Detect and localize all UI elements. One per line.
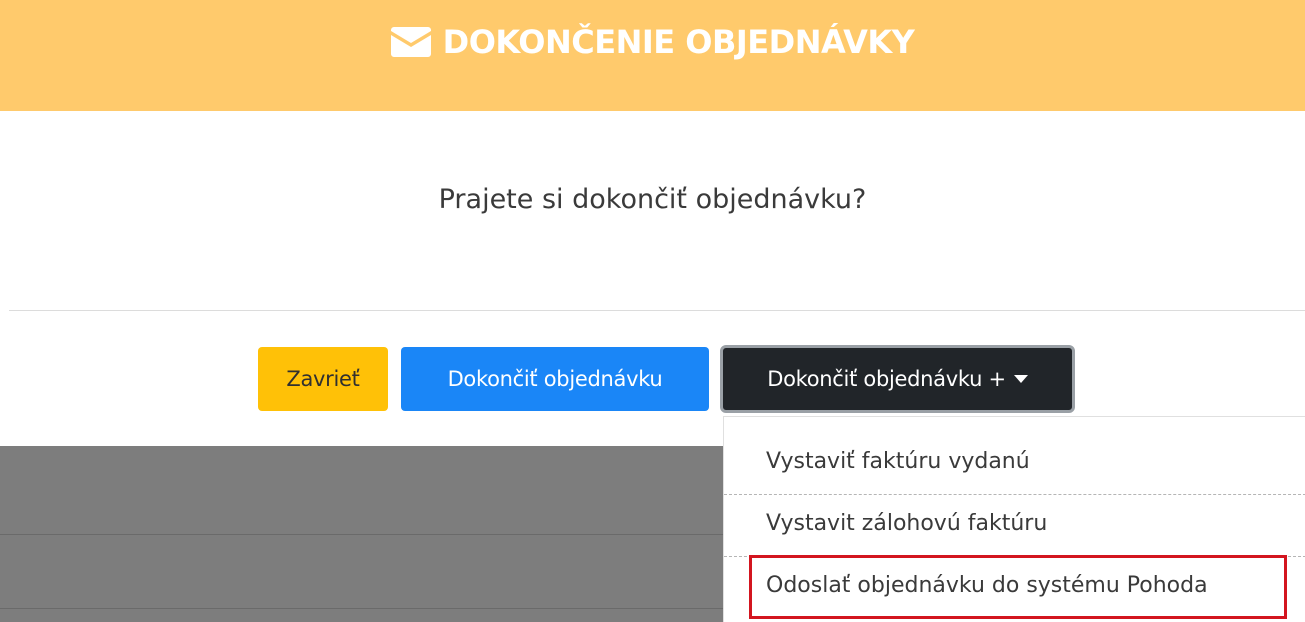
caret-down-icon [1013, 375, 1028, 383]
modal-header: DOKONČENIE OBJEDNÁVKY [0, 0, 1305, 111]
page-backdrop [0, 446, 723, 622]
footer-divider [9, 310, 1305, 311]
dropdown-item-advance-invoice[interactable]: Vystavit zálohovú faktúru [724, 493, 1305, 553]
finish-options-dropdown: Vystaviť faktúru vydanú Vystavit zálohov… [723, 416, 1305, 622]
close-button[interactable]: Zavrieť [258, 347, 388, 411]
confirm-question: Prajete si dokončiť objednávku? [438, 184, 867, 215]
envelope-icon [390, 26, 431, 57]
dropdown-item-label: Vystaviť faktúru vydanú [766, 448, 1030, 474]
dropdown-item-label: Odoslať objednávku do systému Pohoda [766, 572, 1208, 598]
modal-title: DOKONČENIE OBJEDNÁVKY [442, 22, 915, 61]
finish-order-plus-label: Dokončiť objednávku + [767, 367, 1006, 391]
dropdown-item-issue-invoice[interactable]: Vystaviť faktúru vydanú [724, 431, 1305, 491]
dropdown-item-label: Vystavit zálohovú faktúru [766, 510, 1048, 536]
finish-order-button[interactable]: Dokončiť objednávku [401, 347, 709, 411]
finish-order-plus-dropdown-button[interactable]: Dokončiť objednávku + [720, 345, 1075, 413]
backdrop-divider [0, 608, 723, 609]
backdrop-divider [0, 534, 723, 535]
header-content: DOKONČENIE OBJEDNÁVKY [390, 22, 915, 61]
dropdown-item-send-to-pohoda[interactable]: Odoslať objednávku do systému Pohoda [724, 555, 1305, 615]
modal-dialog: DOKONČENIE OBJEDNÁVKY Prajete si dokonči… [0, 0, 1305, 622]
